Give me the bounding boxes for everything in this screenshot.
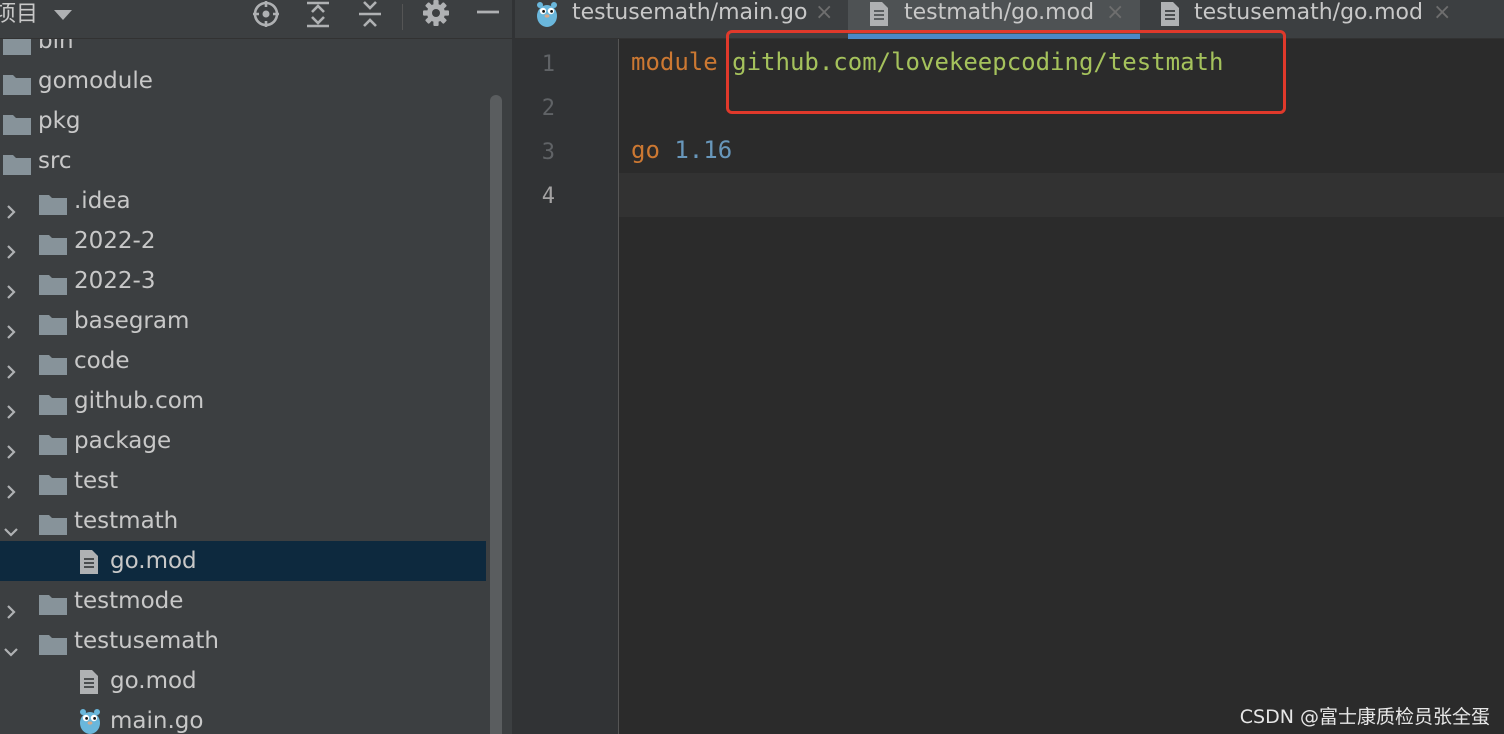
project-toolbar: 项目: [0, 0, 512, 39]
dropdown-icon[interactable]: [46, 0, 80, 30]
code-line-3[interactable]: go 1.16: [631, 136, 732, 164]
tree-item-github-com[interactable]: github.com: [0, 381, 490, 421]
chevron-right-icon[interactable]: [3, 393, 19, 419]
close-icon[interactable]: ×: [1106, 0, 1124, 26]
chevron-right-icon[interactable]: [3, 273, 19, 299]
tree-item-2022-3[interactable]: 2022-3: [0, 261, 490, 301]
tree-item-label: main.go: [110, 708, 204, 734]
watermark: CSDN @富士康质检员张全蛋: [1239, 706, 1490, 728]
tree-item-label: testmath: [74, 508, 179, 534]
chevron-right-icon[interactable]: [3, 353, 19, 379]
line-number: 4: [541, 184, 555, 209]
current-line-highlight: [619, 173, 1504, 217]
chevron-right-icon[interactable]: [3, 433, 19, 459]
collapse-all-icon[interactable]: [353, 0, 387, 30]
tree-item-label: go.mod: [110, 668, 197, 694]
project-tree: bin gomodule pkg src .idea 2022-2 2022-3 basegr…: [0, 21, 490, 734]
chevron-right-icon[interactable]: [3, 193, 19, 219]
tree-item-label: pkg: [38, 108, 81, 134]
gopher-icon: [78, 707, 102, 734]
tree-item-src[interactable]: src: [0, 141, 490, 181]
tree-item-testmath[interactable]: testmath: [0, 501, 490, 541]
tree-item-testmode[interactable]: testmode: [0, 581, 490, 621]
gear-icon[interactable]: [419, 0, 453, 30]
tree-item-label: 2022-3: [74, 268, 156, 294]
chevron-right-icon[interactable]: [3, 473, 19, 499]
tree-item-go-mod[interactable]: go.mod: [0, 541, 486, 581]
go-version: 1.16: [674, 136, 733, 164]
line-number: 3: [541, 140, 555, 165]
tab-label: testmath/go.mod: [904, 0, 1095, 25]
tree-item-label: 2022-2: [74, 228, 156, 254]
chevron-right-icon[interactable]: [3, 233, 19, 259]
mod-file-icon: [868, 0, 890, 32]
chevron-down-icon[interactable]: [3, 513, 19, 537]
tree-item-label: test: [74, 468, 119, 494]
project-panel: bin gomodule pkg src .idea 2022-2 2022-3 basegr…: [0, 0, 512, 734]
tree-scrollbar[interactable]: [490, 95, 502, 734]
close-icon[interactable]: ×: [815, 0, 833, 26]
tree-item-gomodule[interactable]: gomodule: [0, 61, 490, 101]
tree-item-pkg[interactable]: pkg: [0, 101, 490, 141]
tree-item-go-mod[interactable]: go.mod: [0, 661, 490, 701]
tree-item-label: go.mod: [110, 548, 197, 574]
close-icon[interactable]: ×: [1433, 0, 1451, 26]
toolbar-separator: [402, 4, 403, 30]
tree-item-test[interactable]: test: [0, 461, 490, 501]
locate-icon[interactable]: [249, 0, 283, 30]
tree-item-label: testusemath: [74, 628, 219, 654]
chevron-right-icon[interactable]: [3, 593, 19, 619]
code-token: module: [631, 48, 718, 76]
tree-item-label: github.com: [74, 388, 205, 414]
tree-item-label: package: [74, 428, 172, 454]
tree-item-basegram[interactable]: basegram: [0, 301, 490, 341]
gopher-icon: [535, 0, 559, 32]
tree-item-label: gomodule: [38, 68, 153, 94]
tree-item-testusemath[interactable]: testusemath: [0, 621, 490, 661]
annotation-box: [726, 30, 1286, 114]
tree-item-label: code: [74, 348, 130, 374]
minimize-icon[interactable]: [471, 0, 505, 30]
gutter-divider: [618, 39, 619, 734]
code-token: go: [631, 136, 660, 164]
tree-item-package[interactable]: package: [0, 421, 490, 461]
line-number: 2: [541, 96, 555, 121]
mod-file-icon: [1159, 0, 1181, 32]
tree-item-label: .idea: [74, 188, 131, 214]
project-panel-title[interactable]: 项目: [0, 0, 38, 30]
tab-label: testusemath/go.mod: [1194, 0, 1423, 25]
line-number: 1: [541, 52, 555, 77]
expand-all-icon[interactable]: [301, 0, 335, 30]
tree-item-2022-2[interactable]: 2022-2: [0, 221, 490, 261]
tree-item-idea[interactable]: .idea: [0, 181, 490, 221]
tree-item-code[interactable]: code: [0, 341, 490, 381]
chevron-right-icon[interactable]: [3, 313, 19, 339]
tree-item-main-go[interactable]: main.go: [0, 701, 490, 734]
tree-item-label: testmode: [74, 588, 184, 614]
tab-label: testusemath/main.go: [572, 0, 808, 25]
chevron-down-icon[interactable]: [3, 633, 19, 657]
tree-item-label: basegram: [74, 308, 190, 334]
tree-item-label: src: [38, 148, 72, 174]
